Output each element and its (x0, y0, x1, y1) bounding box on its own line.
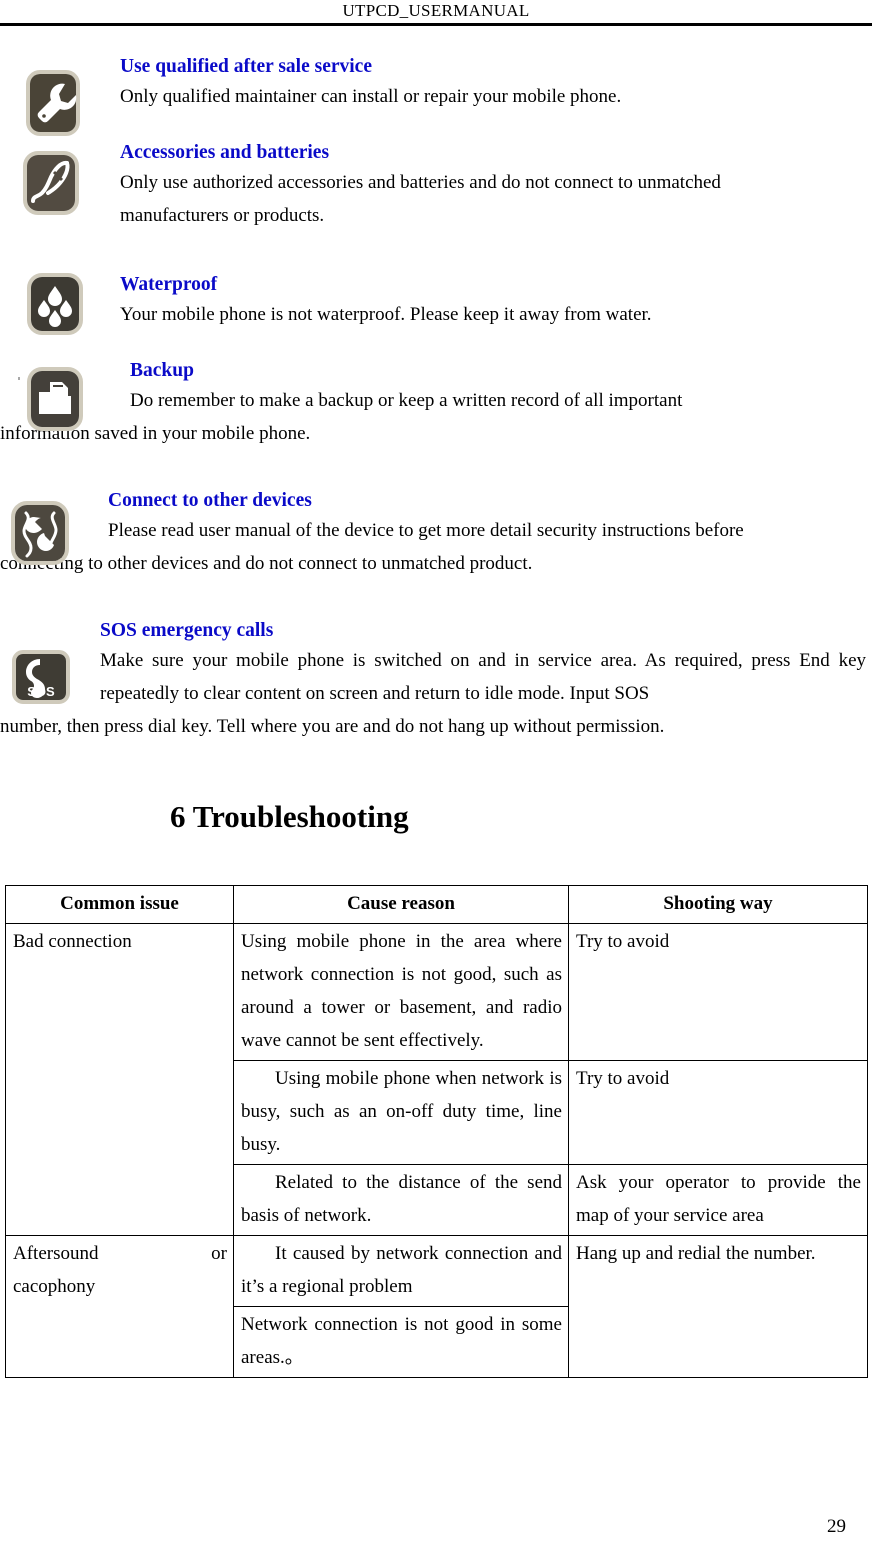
table-header-row: Common issue Cause reason Shooting way (5, 885, 868, 924)
safety-item-connect: Connect to other devices Please read use… (0, 488, 872, 580)
troubleshooting-table: Common issue Cause reason Shooting way B… (5, 885, 868, 1378)
table-row: Aftersound or cacophony It caused by net… (5, 1235, 868, 1378)
cell-cause-2-text: Using mobile phone when network is busy,… (241, 1068, 562, 1155)
table-row: Bad connection Using mobile phone in the… (5, 923, 868, 1236)
folder-backup-icon (22, 366, 88, 432)
safety-heading: Backup (130, 360, 194, 381)
water-drops-icon (22, 272, 88, 338)
safety-body: SOS emergency calls Make sure your mobil… (0, 618, 872, 743)
document-content: Use qualified after sale service Only qu… (0, 40, 872, 1378)
safety-body: Accessories and batteries Only use autho… (120, 140, 872, 232)
safety-text-line1: Please read user manual of the device to… (108, 520, 744, 541)
safety-heading: SOS emergency calls (100, 620, 274, 641)
safety-item-accessories: Accessories and batteries Only use autho… (0, 140, 872, 232)
issue-word-or: or (211, 1243, 227, 1264)
wrench-icon (20, 70, 86, 136)
safety-text-line1: Make sure your mobile phone is switched … (100, 650, 866, 704)
safety-text-line2: information saved in your mobile phone. (0, 423, 311, 444)
safety-heading: Accessories and batteries (120, 142, 330, 163)
safety-text-line1: Only use authorized accessories and batt… (120, 172, 721, 193)
cell-cause-5: Network connection is not good in some a… (233, 1306, 569, 1378)
safety-item-service: Use qualified after sale service Only qu… (0, 54, 872, 136)
safety-body: Backup Do remember to make a backup or k… (0, 358, 872, 450)
cell-issue-bad-connection: Bad connection (5, 923, 234, 1236)
cell-way-1: Try to avoid (568, 923, 868, 1061)
section-title: 6 Troubleshooting (170, 799, 409, 834)
battery-accessory-icon (18, 150, 84, 216)
troubleshooting-table-wrapper: Common issue Cause reason Shooting way B… (0, 885, 872, 1378)
svg-text:SOS: SOS (27, 684, 55, 699)
sos-phone-icon: SOS (8, 646, 74, 712)
cell-cause-3: Related to the distance of the send basi… (233, 1164, 569, 1236)
plug-connect-icon (8, 500, 74, 566)
safety-heading: Waterproof (120, 274, 218, 295)
cell-issue-aftersound-line2: cacophony (13, 1276, 96, 1297)
cell-issue-aftersound: Aftersound or cacophony (5, 1235, 234, 1378)
safety-item-waterproof: Waterproof Your mobile phone is not wate… (0, 272, 872, 335)
header-title: UTPCD_USERMANUAL (342, 1, 530, 20)
cell-cause-4-text: It caused by network connection and it’s… (241, 1243, 562, 1297)
cell-way-3: Ask your operator to provide the map of … (568, 1164, 868, 1236)
safety-body: Use qualified after sale service Only qu… (120, 54, 872, 113)
safety-text-line2: number, then press dial key. Tell where … (0, 716, 665, 737)
safety-heading: Use qualified after sale service (120, 56, 372, 77)
safety-item-backup: Backup Do remember to make a backup or k… (0, 358, 872, 450)
issue-word-main: Aftersound (13, 1243, 99, 1264)
safety-body: Connect to other devices Please read use… (0, 488, 872, 580)
cell-cause-4: It caused by network connection and it’s… (233, 1235, 569, 1307)
cell-cause-1: Using mobile phone in the area where net… (233, 923, 569, 1061)
cell-cause-2: Using mobile phone when network is busy,… (233, 1060, 569, 1165)
cell-cause-3-text: Related to the distance of the send basi… (241, 1172, 562, 1226)
safety-text: Your mobile phone is not waterproof. Ple… (120, 304, 652, 325)
header-divider (0, 23, 872, 26)
safety-item-sos: SOS SOS emergency calls Make sure your m… (0, 618, 872, 743)
column-header-shooting-way: Shooting way (568, 885, 868, 924)
safety-text-line1: Do remember to make a backup or keep a w… (130, 390, 683, 411)
column-header-common-issue: Common issue (5, 885, 234, 924)
cell-issue-aftersound-line1: Aftersound or (13, 1237, 227, 1270)
cell-way-2: Try to avoid (568, 1060, 868, 1165)
cell-way-4: Hang up and redial the number. (568, 1235, 868, 1378)
column-header-cause-reason: Cause reason (233, 885, 569, 924)
page-number: 29 (827, 1516, 846, 1537)
safety-heading: Connect to other devices (108, 490, 312, 511)
safety-text: Only qualified maintainer can install or… (120, 86, 622, 107)
safety-text-line2: connecting to other devices and do not c… (0, 553, 533, 574)
safety-body: Waterproof Your mobile phone is not wate… (120, 272, 872, 331)
safety-text-line2: manufacturers or products. (120, 205, 325, 226)
